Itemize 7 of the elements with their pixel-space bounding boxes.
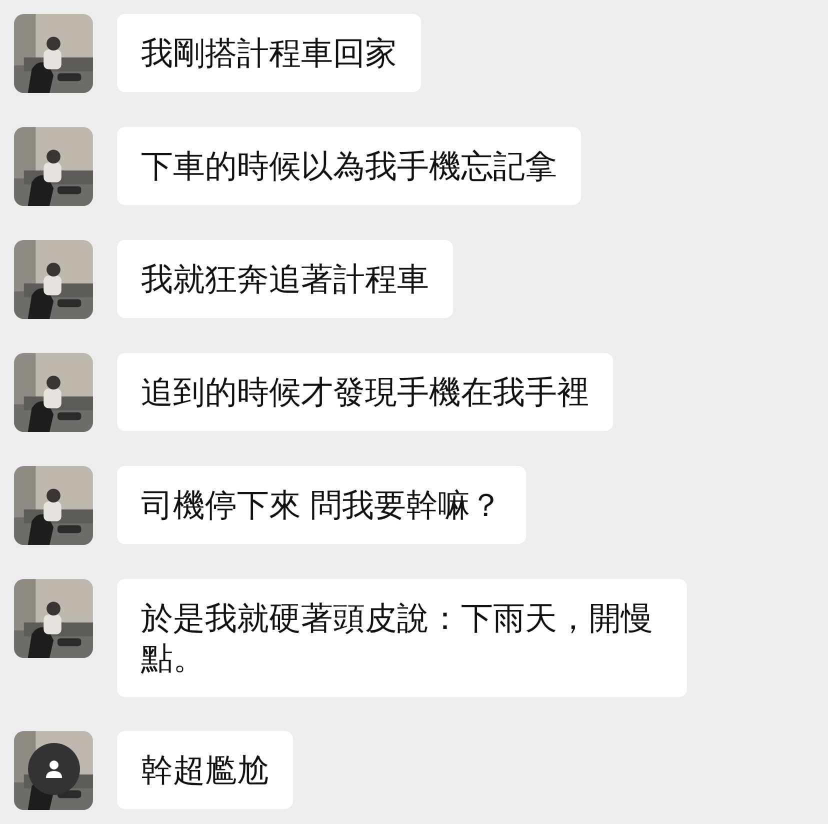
message-bubble: 幹超尷尬 <box>117 731 293 809</box>
message-bubble: 追到的時候才發現手機在我手裡 <box>117 353 613 431</box>
message-bubble: 於是我就硬著頭皮說：下雨天，開慢點。 <box>117 579 687 697</box>
message-bubble: 我就狂奔追著計程車 <box>117 240 453 318</box>
message-bubble: 司機停下來 問我要幹嘛？ <box>117 466 526 544</box>
message-bubble: 我剛搭計程車回家 <box>117 14 421 92</box>
message-bubble: 下車的時候以為我手機忘記拿 <box>117 127 581 205</box>
